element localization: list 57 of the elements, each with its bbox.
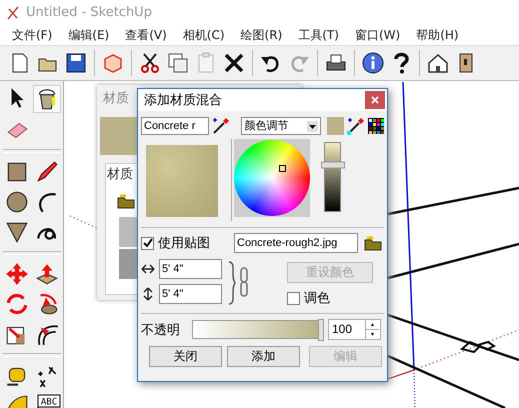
- chain-link-icon[interactable]: [239, 267, 249, 297]
- opacity-field[interactable]: 100: [328, 319, 381, 340]
- opacity-label: 不透明: [141, 320, 180, 338]
- close-icon: [371, 96, 379, 104]
- brace-icon: [228, 261, 236, 305]
- material-thumbnail[interactable]: [119, 217, 139, 247]
- dialog-button[interactable]: 添加: [227, 346, 300, 367]
- panel-title: 材质: [103, 90, 129, 107]
- color-marker[interactable]: [279, 165, 286, 172]
- texture-preview: [146, 145, 218, 217]
- checkbox[interactable]: [141, 236, 154, 250]
- horizontal-arrows-icon: [141, 264, 155, 274]
- open-folder-icon[interactable]: [364, 235, 382, 251]
- menu-item[interactable]: 编辑(E): [60, 26, 118, 44]
- material-name-field[interactable]: Concrete r: [141, 117, 210, 135]
- checkbox-label: 调色: [304, 289, 330, 307]
- color-palette-icon[interactable]: [368, 118, 384, 134]
- mode-dropdown[interactable]: 颜色调节: [241, 117, 321, 135]
- checkbox-label: 使用贴图: [158, 234, 210, 252]
- opacity-slider[interactable]: [192, 320, 322, 339]
- dialog-title: 添加材质混合: [144, 92, 222, 109]
- color-swatch: [327, 117, 344, 135]
- info-icon[interactable]: [361, 51, 385, 75]
- scissors-icon[interactable]: [138, 51, 162, 75]
- slider-thumb[interactable]: [321, 162, 345, 169]
- width-field[interactable]: 5' 4": [159, 259, 222, 279]
- texture-file-field[interactable]: Concrete-rough2.jpg: [234, 233, 358, 253]
- panel-tab[interactable]: 材质: [107, 165, 133, 183]
- delete-icon[interactable]: [222, 51, 246, 75]
- material-thumbnail[interactable]: [119, 249, 139, 279]
- menu-item[interactable]: 查看(V): [117, 26, 175, 44]
- window-title: Untitled - SketchUp: [26, 5, 152, 20]
- house-icon[interactable]: [426, 51, 450, 75]
- pencil-icon[interactable]: [34, 159, 60, 185]
- vertical-arrows-icon: [141, 287, 155, 301]
- rotate-arrows-icon[interactable]: [4, 291, 30, 317]
- menu-item[interactable]: 相机(C): [174, 26, 233, 44]
- eyedropper-icon[interactable]: [212, 117, 230, 135]
- circle-icon[interactable]: [4, 189, 30, 215]
- caret-icon: [307, 120, 318, 132]
- menu-item[interactable]: 文件(F): [4, 26, 60, 44]
- menu-item[interactable]: 工具(T): [290, 26, 347, 44]
- dialog-button[interactable]: 关闭: [149, 346, 222, 367]
- eyedropper-icon[interactable]: [347, 117, 365, 135]
- color-wheel[interactable]: [234, 140, 310, 216]
- open-folder-icon[interactable]: [117, 193, 135, 209]
- checkbox[interactable]: [287, 292, 300, 304]
- menu-item[interactable]: 绘图(R): [232, 26, 290, 44]
- copy-icon[interactable]: [166, 51, 190, 75]
- slider-thumb[interactable]: [318, 319, 324, 341]
- material-swatch: [100, 117, 140, 155]
- menu-item[interactable]: 帮助(H): [408, 26, 467, 44]
- menu-item[interactable]: 窗口(W): [346, 26, 408, 44]
- move-arrows-icon[interactable]: [4, 261, 30, 287]
- height-field[interactable]: 5' 4": [159, 284, 222, 304]
- close-button[interactable]: [365, 91, 385, 109]
- app-logo-icon: [6, 4, 20, 20]
